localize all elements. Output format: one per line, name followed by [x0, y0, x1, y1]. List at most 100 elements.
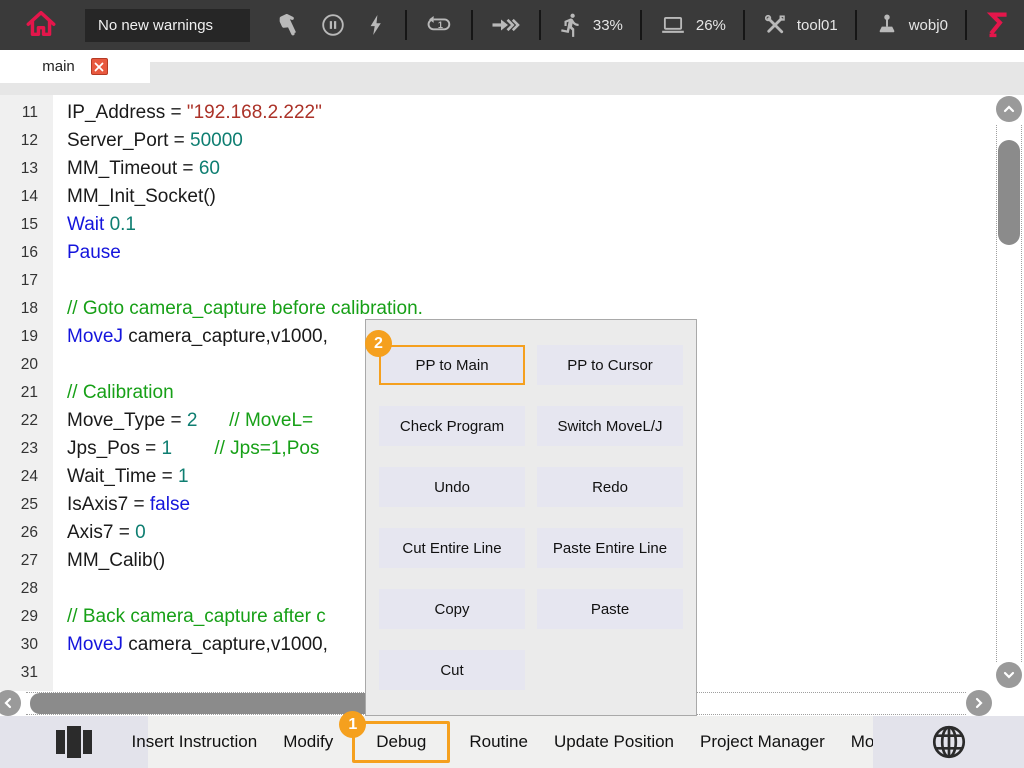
line-number: 19 — [0, 323, 46, 351]
close-icon[interactable] — [91, 58, 108, 75]
code-text: Wait_Time = 1 — [46, 463, 189, 491]
menu-item-routine[interactable]: Routine — [456, 732, 541, 752]
monitor-value: 26% — [696, 17, 726, 34]
tools-icon — [762, 12, 788, 38]
line-number: 27 — [0, 547, 46, 575]
tab-main[interactable]: main — [0, 50, 150, 83]
scroll-right-button[interactable] — [966, 690, 992, 716]
code-text: Axis7 = 0 — [46, 519, 146, 547]
code-line-13[interactable]: 13MM_Timeout = 60 — [0, 155, 995, 183]
pause-button[interactable] — [319, 11, 347, 39]
topbar-divider — [539, 10, 541, 40]
cut-entire-line-button[interactable]: Cut Entire Line — [379, 528, 525, 568]
line-number: 25 — [0, 491, 46, 519]
monitor-status[interactable]: 26% — [659, 12, 726, 38]
tool-value: tool01 — [797, 17, 838, 34]
line-number: 11 — [0, 99, 46, 127]
language-button[interactable] — [873, 716, 1024, 768]
chevron-up-icon — [1002, 102, 1016, 116]
scroll-left-button[interactable] — [0, 690, 21, 716]
menu-item-debug[interactable]: Debug1 — [352, 721, 450, 763]
code-text: // Calibration — [46, 379, 174, 407]
code-text: // Back camera_capture after c — [46, 603, 326, 631]
code-text — [46, 267, 67, 295]
code-line-15[interactable]: 15Wait 0.1 — [0, 211, 995, 239]
tab-label: main — [42, 58, 75, 75]
continuous-run-button[interactable] — [490, 13, 522, 37]
menu-item-modify[interactable]: Modify — [270, 732, 346, 752]
code-text: MM_Calib() — [46, 547, 165, 575]
line-number: 21 — [0, 379, 46, 407]
code-text: IP_Address = "192.168.2.222" — [46, 99, 322, 127]
tab-strip: main — [0, 50, 1024, 95]
redo-button[interactable]: Redo — [537, 467, 683, 507]
topbar-divider — [471, 10, 473, 40]
line-number: 26 — [0, 519, 46, 547]
fast-forward-icon — [490, 13, 522, 37]
undo-button[interactable]: Undo — [379, 467, 525, 507]
code-text: Server_Port = 50000 — [46, 127, 243, 155]
wobj-value: wobj0 — [909, 17, 948, 34]
line-number: 14 — [0, 183, 46, 211]
code-text: MoveJ camera_capture,v1000, — [46, 631, 328, 659]
copy-button[interactable]: Copy — [379, 589, 525, 629]
line-number: 28 — [0, 575, 46, 603]
home-icon — [23, 7, 59, 43]
code-text: Jps_Pos = 1 // Jps=1,Pos — [46, 435, 319, 463]
chevron-right-icon — [972, 696, 986, 710]
speed-status[interactable]: 33% — [558, 12, 623, 38]
code-text — [46, 659, 67, 687]
svg-text:1: 1 — [438, 20, 443, 30]
teach-pendant-screen: No new warnings — [0, 0, 1024, 768]
bottom-menu-items: Insert InstructionModifyDebug1RoutineUpd… — [148, 716, 873, 768]
vertical-scroll-thumb[interactable] — [998, 140, 1020, 245]
scroll-down-button[interactable] — [996, 662, 1022, 688]
code-text: IsAxis7 = false — [46, 491, 190, 519]
line-number: 22 — [0, 407, 46, 435]
code-text: MM_Timeout = 60 — [46, 155, 220, 183]
paste-entire-line-button[interactable]: Paste Entire Line — [537, 528, 683, 568]
code-text: MoveJ camera_capture,v1000, — [46, 323, 328, 351]
menu-item-project-manager[interactable]: Project Manager — [687, 732, 838, 752]
home-button[interactable] — [14, 0, 68, 50]
code-text — [46, 575, 67, 603]
switch-movel-j-button[interactable]: Switch MoveL/J — [537, 406, 683, 446]
cut-button[interactable]: Cut — [379, 650, 525, 690]
code-line-12[interactable]: 12Server_Port = 50000 — [0, 127, 995, 155]
pp-to-cursor-button[interactable]: PP to Cursor — [537, 345, 683, 385]
scroll-up-button[interactable] — [996, 96, 1022, 122]
line-number: 15 — [0, 211, 46, 239]
run-mode-once-button[interactable]: 1 — [424, 12, 454, 38]
touch-mode-button[interactable] — [276, 12, 302, 38]
menu-item-insert-instruction[interactable]: Insert Instruction — [119, 732, 271, 752]
laptop-icon — [659, 12, 687, 38]
paste-button[interactable]: Paste — [537, 589, 683, 629]
menu-item-update-position[interactable]: Update Position — [541, 732, 687, 752]
check-program-button[interactable]: Check Program — [379, 406, 525, 446]
top-status-bar: No new warnings — [0, 0, 1024, 50]
topbar-divider — [640, 10, 642, 40]
tab-band — [0, 62, 1024, 95]
code-line-14[interactable]: 14MM_Init_Socket() — [0, 183, 995, 211]
line-number: 23 — [0, 435, 46, 463]
topbar-icons: 1 — [250, 10, 1024, 40]
wobj-status[interactable]: wobj0 — [874, 12, 948, 38]
tool-status[interactable]: tool01 — [762, 12, 838, 38]
warnings-text: No new warnings — [98, 17, 213, 34]
joystick-icon — [874, 12, 900, 38]
pp-to-main-button[interactable]: PP to Main — [379, 345, 525, 385]
code-line-16[interactable]: 16Pause — [0, 239, 995, 267]
code-line-17[interactable]: 17 — [0, 267, 995, 295]
debug-popup-menu: 2 PP to MainPP to CursorCheck ProgramSwi… — [365, 319, 697, 716]
pause-icon — [319, 11, 347, 39]
line-number: 24 — [0, 463, 46, 491]
lightning-icon — [364, 13, 388, 37]
line-number: 13 — [0, 155, 46, 183]
warnings-status-box[interactable]: No new warnings — [85, 9, 250, 42]
step-mode-button[interactable] — [364, 13, 388, 37]
chevron-down-icon — [1002, 668, 1016, 682]
bottom-menu-bar: Insert InstructionModify Debug1 RoutineUpd… — [0, 716, 1024, 768]
keyboard-panel-icon — [51, 722, 97, 762]
line-number: 31 — [0, 659, 46, 687]
code-line-11[interactable]: 11IP_Address = "192.168.2.222" — [0, 99, 995, 127]
